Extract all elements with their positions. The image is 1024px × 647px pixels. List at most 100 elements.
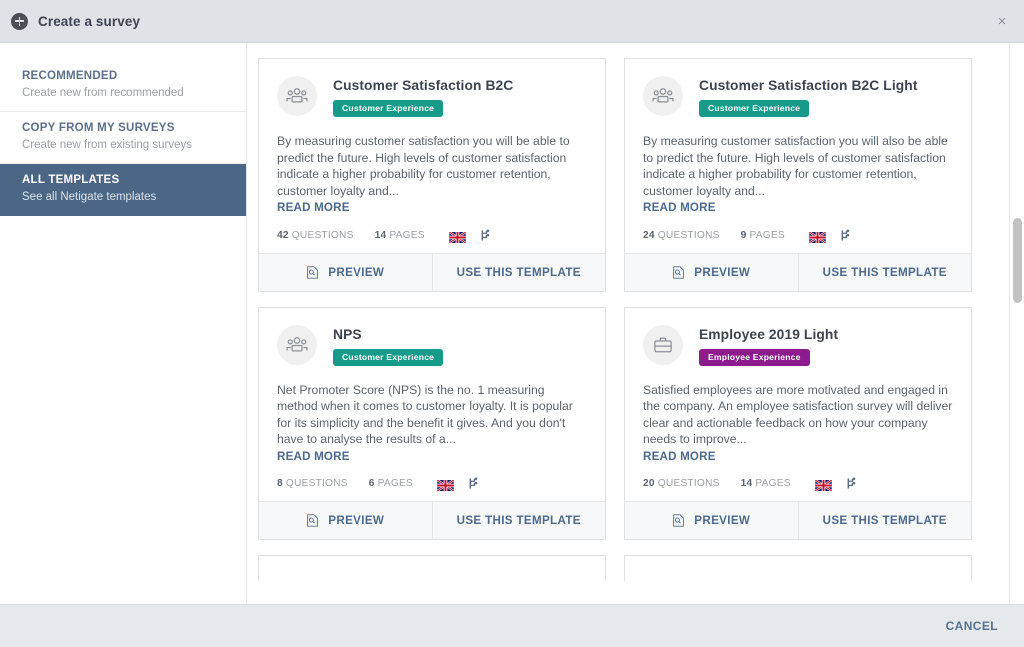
template-row: Customer Satisfaction B2C Customer Exper…: [258, 58, 996, 292]
branch-logic-icon: [480, 229, 491, 242]
sidebar-item-copy-from-my-surveys[interactable]: COPY FROM MY SURVEYS Create new from exi…: [0, 112, 246, 164]
card-meta-icons: [815, 477, 857, 490]
card-description-text: Net Promoter Score (NPS) is the no. 1 me…: [277, 383, 573, 447]
template-card-employee-2019-light[interactable]: Employee 2019 Light Employee Experience …: [624, 307, 972, 541]
use-template-button[interactable]: USE THIS TEMPLATE: [433, 502, 606, 539]
sidebar-item-subtitle: See all Netigate templates: [22, 189, 246, 205]
preview-label: PREVIEW: [694, 514, 750, 527]
card-meta: 20 QUESTIONS 14 PAGES: [625, 477, 971, 501]
use-template-button[interactable]: USE THIS TEMPLATE: [799, 254, 972, 291]
page-count: 9 PAGES: [741, 230, 785, 241]
preview-label: PREVIEW: [328, 266, 384, 279]
card-description-text: By measuring customer satisfaction you w…: [643, 134, 948, 198]
scrollbar-thumb[interactable]: [1013, 218, 1022, 303]
people-group-icon: [643, 76, 683, 116]
template-card-partial: [258, 555, 606, 581]
template-row-partial-bottom: [258, 555, 996, 581]
card-heading-group: NPS Customer Experience: [333, 324, 443, 366]
preview-icon: [306, 514, 319, 527]
header-left-group: Create a survey: [0, 13, 140, 30]
scrollbar-track[interactable]: [1009, 43, 1024, 604]
use-template-button[interactable]: USE THIS TEMPLATE: [433, 254, 606, 291]
sidebar-item-subtitle: Create new from recommended: [22, 85, 246, 101]
card-content: Customer Satisfaction B2C Customer Exper…: [259, 59, 605, 229]
card-footer: PREVIEW USE THIS TEMPLATE: [625, 501, 971, 539]
branch-logic-icon: [468, 477, 479, 490]
preview-icon: [672, 266, 685, 279]
sidebar-item-title: COPY FROM MY SURVEYS: [22, 121, 246, 136]
card-content: Employee 2019 Light Employee Experience …: [625, 308, 971, 478]
template-card-nps[interactable]: NPS Customer Experience Net Promoter Sco…: [258, 307, 606, 541]
question-count: 8 QUESTIONS: [277, 478, 348, 489]
card-description-text: Satisfied employees are more motivated a…: [643, 383, 952, 447]
sidebar-item-all-templates[interactable]: ALL TEMPLATES See all Netigate templates: [0, 164, 246, 216]
card-footer: PREVIEW USE THIS TEMPLATE: [259, 253, 605, 291]
preview-button[interactable]: PREVIEW: [259, 254, 433, 291]
preview-label: PREVIEW: [328, 514, 384, 527]
template-row: NPS Customer Experience Net Promoter Sco…: [258, 307, 996, 541]
question-count: 42 QUESTIONS: [277, 230, 354, 241]
read-more-link[interactable]: READ MORE: [643, 449, 953, 466]
card-heading-group: Customer Satisfaction B2C Customer Exper…: [333, 75, 513, 117]
use-template-button[interactable]: USE THIS TEMPLATE: [799, 502, 972, 539]
card-header: Customer Satisfaction B2C Light Customer…: [643, 75, 953, 117]
sidebar: RECOMMENDED Create new from recommended …: [0, 43, 247, 604]
create-survey-modal: Create a survey × RECOMMENDED Create new…: [0, 0, 1024, 647]
card-header: Customer Satisfaction B2C Customer Exper…: [277, 75, 587, 117]
people-group-icon: [277, 325, 317, 365]
status-badge: Employee Experience: [699, 349, 810, 366]
question-count: 24 QUESTIONS: [643, 230, 720, 241]
card-header: NPS Customer Experience: [277, 324, 587, 366]
plus-circle-icon: [11, 13, 28, 30]
briefcase-icon: [643, 325, 683, 365]
close-icon[interactable]: ×: [980, 0, 1024, 42]
read-more-link[interactable]: READ MORE: [643, 200, 953, 217]
modal-footer: CANCEL: [0, 604, 1024, 647]
page-count: 14 PAGES: [375, 230, 425, 241]
card-meta-icons: [809, 229, 851, 242]
preview-button[interactable]: PREVIEW: [625, 502, 799, 539]
card-meta-icons: [437, 477, 479, 490]
branch-logic-icon: [846, 477, 857, 490]
preview-label: PREVIEW: [694, 266, 750, 279]
card-title: Customer Satisfaction B2C Light: [699, 77, 918, 94]
card-title: Employee 2019 Light: [699, 326, 838, 343]
card-heading-group: Employee 2019 Light Employee Experience: [699, 324, 838, 366]
sidebar-item-recommended[interactable]: RECOMMENDED Create new from recommended: [0, 60, 246, 112]
template-list: PREVIEW USE THIS TEMPLATE PREVIEW: [247, 43, 1024, 604]
modal-header: Create a survey ×: [0, 0, 1024, 43]
card-footer: PREVIEW USE THIS TEMPLATE: [259, 501, 605, 539]
sidebar-item-subtitle: Create new from existing surveys: [22, 137, 246, 153]
template-card-customer-satisfaction-b2c[interactable]: Customer Satisfaction B2C Customer Exper…: [258, 58, 606, 292]
cancel-button[interactable]: CANCEL: [946, 619, 998, 633]
card-description: Net Promoter Score (NPS) is the no. 1 me…: [277, 382, 587, 466]
preview-button[interactable]: PREVIEW: [625, 254, 799, 291]
card-title: Customer Satisfaction B2C: [333, 77, 513, 94]
template-card-partial: [624, 555, 972, 581]
modal-body: RECOMMENDED Create new from recommended …: [0, 43, 1024, 604]
sidebar-item-title: RECOMMENDED: [22, 69, 246, 84]
uk-flag-icon: [809, 230, 826, 241]
card-description: By measuring customer satisfaction you w…: [277, 133, 587, 217]
preview-icon: [672, 514, 685, 527]
uk-flag-icon: [815, 478, 832, 489]
template-card-customer-satisfaction-b2c-light[interactable]: Customer Satisfaction B2C Light Customer…: [624, 58, 972, 292]
read-more-link[interactable]: READ MORE: [277, 449, 587, 466]
page-title: Create a survey: [38, 14, 140, 29]
card-heading-group: Customer Satisfaction B2C Light Customer…: [699, 75, 918, 117]
card-footer: PREVIEW USE THIS TEMPLATE: [625, 253, 971, 291]
branch-logic-icon: [840, 229, 851, 242]
card-meta: 42 QUESTIONS 14 PAGES: [259, 229, 605, 253]
preview-button[interactable]: PREVIEW: [259, 502, 433, 539]
uk-flag-icon: [449, 230, 466, 241]
status-badge: Customer Experience: [333, 349, 443, 366]
read-more-link[interactable]: READ MORE: [277, 200, 587, 217]
status-badge: Customer Experience: [699, 100, 809, 117]
card-header: Employee 2019 Light Employee Experience: [643, 324, 953, 366]
uk-flag-icon: [437, 478, 454, 489]
sidebar-item-title: ALL TEMPLATES: [22, 173, 246, 188]
card-description-text: By measuring customer satisfaction you w…: [277, 134, 570, 198]
card-meta: 24 QUESTIONS 9 PAGES: [625, 229, 971, 253]
template-grid: PREVIEW USE THIS TEMPLATE PREVIEW: [247, 43, 1007, 596]
card-content: Customer Satisfaction B2C Light Customer…: [625, 59, 971, 229]
